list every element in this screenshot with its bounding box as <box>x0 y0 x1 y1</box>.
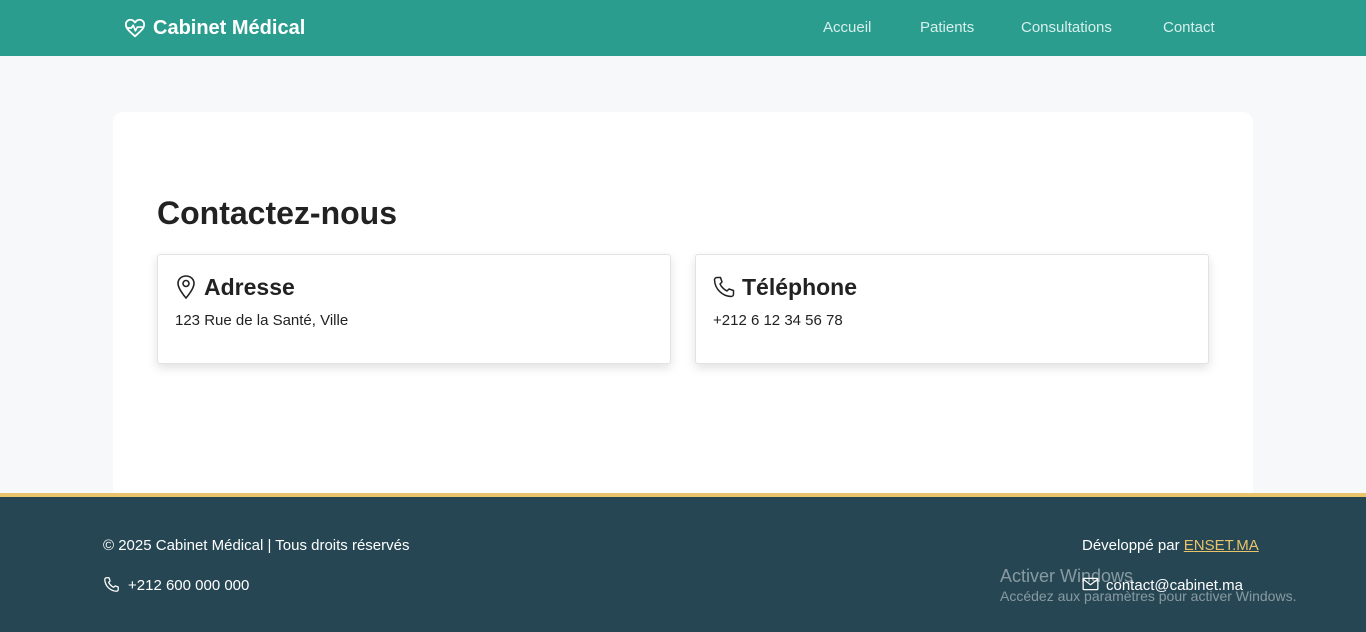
brand-name: Cabinet Médical <box>153 16 306 39</box>
footer-developer: Développé par ENSET.MA <box>1082 537 1259 555</box>
address-title: Adresse <box>204 274 295 300</box>
address-card: Adresse 123 Rue de la Santé, Ville <box>157 254 671 364</box>
phone-icon <box>103 576 120 598</box>
footer-developer-prefix: Développé par <box>1082 537 1180 554</box>
footer-phone: +212 600 000 000 <box>128 577 250 594</box>
navbar: Cabinet Médical Accueil Patients Consult… <box>0 0 1366 56</box>
watermark-subtitle: Accédez aux paramètres pour activer Wind… <box>1000 588 1297 604</box>
address-text: 123 Rue de la Santé, Ville <box>175 312 349 329</box>
phone-icon <box>712 274 736 300</box>
phone-card: Téléphone +212 6 12 34 56 78 <box>695 254 1209 364</box>
phone-text: +212 6 12 34 56 78 <box>713 312 843 329</box>
brand-link[interactable]: Cabinet Médical <box>124 16 305 40</box>
watermark-title: Activer Windows <box>1000 566 1134 586</box>
phone-card-header: Téléphone <box>712 273 857 301</box>
page-title: Contactez-nous <box>157 195 397 231</box>
address-card-header: Adresse <box>174 273 295 301</box>
map-pin-icon <box>174 274 198 300</box>
footer: © 2025 Cabinet Médical | Tous droits rés… <box>0 493 1366 632</box>
nav-link-contact[interactable]: Contact <box>1163 19 1215 37</box>
footer-developer-link[interactable]: ENSET.MA <box>1184 537 1259 554</box>
footer-copyright: © 2025 Cabinet Médical | Tous droits rés… <box>103 537 410 554</box>
heart-pulse-icon <box>124 17 146 39</box>
windows-activation-watermark: Activer Windows Accédez aux paramètres p… <box>1000 566 1296 605</box>
nav-link-accueil[interactable]: Accueil <box>823 19 871 37</box>
nav-link-consultations[interactable]: Consultations <box>1021 19 1112 37</box>
nav-link-patients[interactable]: Patients <box>920 19 974 37</box>
phone-title: Téléphone <box>742 274 858 300</box>
